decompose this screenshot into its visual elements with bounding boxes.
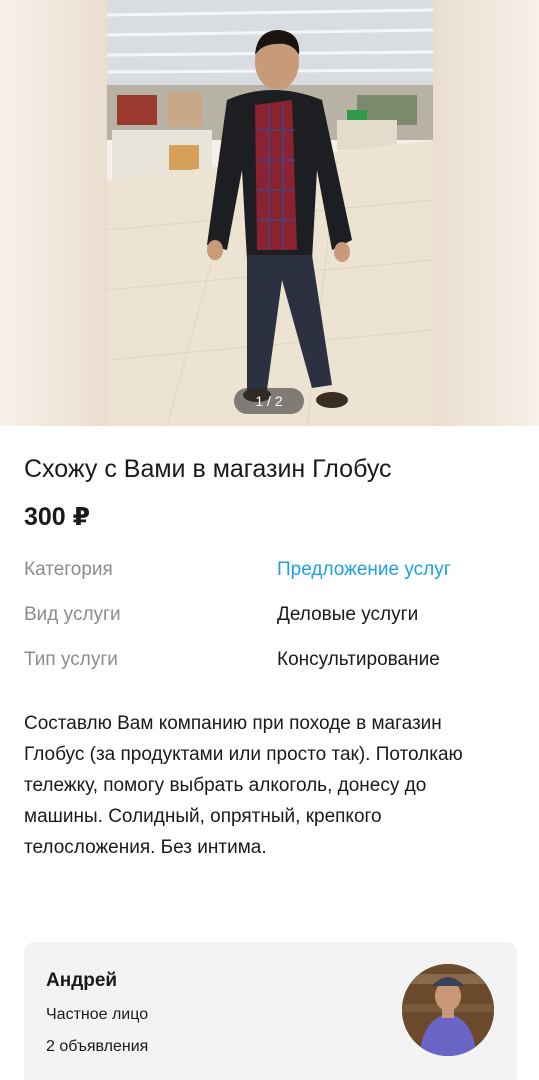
listing-params: Категория Предложение услуг Вид услуги Д… <box>24 555 524 690</box>
gallery-blur-left <box>0 0 107 426</box>
param-row-category: Категория Предложение услуг <box>24 555 524 600</box>
listing-title: Схожу с Вами в магазин Глобус <box>24 455 392 483</box>
param-row-service-type: Тип услуги Консультирование <box>24 645 524 690</box>
category-link[interactable]: Предложение услуг <box>277 555 451 585</box>
param-key: Вид услуги <box>24 604 121 625</box>
param-key: Тип услуги <box>24 649 118 670</box>
listing-photo[interactable] <box>107 0 433 426</box>
listing-description: Составлю Вам компанию при походе в магаз… <box>24 713 463 858</box>
param-row-service-kind: Вид услуги Деловые услуги <box>24 600 524 645</box>
seller-avatar[interactable] <box>402 964 494 1056</box>
seller-name[interactable]: Андрей <box>46 970 117 992</box>
param-value: Консультирование <box>277 649 440 670</box>
gallery-counter: 1 / 2 <box>234 388 304 414</box>
listing-price: 300 ₽ <box>24 503 91 531</box>
photo-gallery[interactable]: 1 / 2 <box>0 0 539 426</box>
param-value: Деловые услуги <box>277 604 419 625</box>
gallery-blur-right <box>433 0 539 426</box>
seller-ads-count[interactable]: 2 объявления <box>46 1038 148 1056</box>
seller-type: Частное лицо <box>46 1006 149 1023</box>
param-key: Категория <box>24 559 113 580</box>
seller-card[interactable]: Андрей Частное лицо 2 объявления <box>24 942 517 1080</box>
